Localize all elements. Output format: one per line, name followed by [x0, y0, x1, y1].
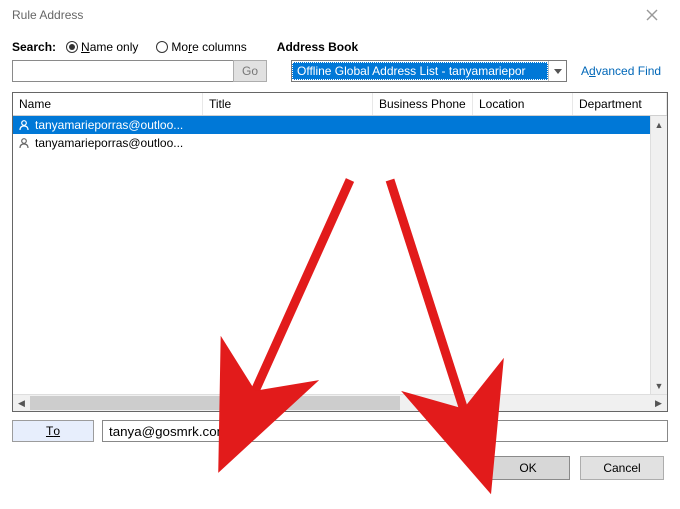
- cancel-button[interactable]: Cancel: [580, 456, 664, 480]
- col-department[interactable]: Department: [573, 93, 667, 115]
- column-headers: Name Title Business Phone Location Depar…: [13, 93, 667, 116]
- search-input[interactable]: [12, 60, 234, 82]
- titlebar: Rule Address: [0, 0, 680, 30]
- radio-dot-icon: [66, 41, 78, 53]
- radio-name-only-label: Name only: [81, 40, 138, 54]
- window-title: Rule Address: [8, 8, 632, 22]
- col-phone[interactable]: Business Phone: [373, 93, 473, 115]
- list-item-text: tanyamarieporras@outloo...: [35, 118, 183, 132]
- person-icon: [17, 136, 31, 150]
- search-input-row: Go Offline Global Address List - tanyama…: [0, 58, 680, 90]
- radio-more-columns[interactable]: More columns: [156, 40, 246, 54]
- rows-container: tanyamarieporras@outloo... tanyamariepor…: [13, 116, 667, 394]
- scroll-right-icon: ▶: [650, 395, 667, 411]
- scroll-track: [30, 395, 650, 411]
- address-book-select[interactable]: Offline Global Address List - tanyamarie…: [291, 60, 567, 82]
- advanced-find-link[interactable]: Advanced Find: [581, 64, 661, 78]
- scroll-down-icon: ▼: [651, 377, 667, 394]
- col-location[interactable]: Location: [473, 93, 573, 115]
- col-title[interactable]: Title: [203, 93, 373, 115]
- dialog-buttons: OK Cancel: [0, 442, 680, 480]
- close-icon: [646, 9, 658, 21]
- search-label: Search:: [12, 40, 56, 54]
- address-book-label: Address Book: [277, 40, 358, 54]
- close-button[interactable]: [632, 0, 672, 30]
- person-icon: [17, 118, 31, 132]
- ok-button[interactable]: OK: [486, 456, 570, 480]
- search-header-row: Search: Name only More columns Address B…: [0, 30, 680, 58]
- scroll-left-icon: ◀: [13, 395, 30, 411]
- scroll-up-icon: ▲: [651, 116, 667, 133]
- list-item[interactable]: tanyamarieporras@outloo...: [13, 116, 667, 134]
- list-item-text: tanyamarieporras@outloo...: [35, 136, 183, 150]
- scroll-thumb[interactable]: [30, 396, 400, 410]
- list-item[interactable]: tanyamarieporras@outloo...: [13, 134, 667, 152]
- results-list: Name Title Business Phone Location Depar…: [12, 92, 668, 412]
- to-button[interactable]: To: [12, 420, 94, 442]
- chevron-down-icon: [548, 61, 566, 81]
- col-name[interactable]: Name: [13, 93, 203, 115]
- vertical-scrollbar[interactable]: ▲ ▼: [650, 116, 667, 394]
- address-book-selected: Offline Global Address List - tanyamarie…: [292, 62, 548, 80]
- go-button[interactable]: Go: [233, 60, 267, 82]
- to-input[interactable]: [102, 420, 668, 442]
- radio-name-only[interactable]: Name only: [66, 40, 138, 54]
- horizontal-scrollbar[interactable]: ◀ ▶: [13, 394, 667, 411]
- to-row: To: [0, 412, 680, 442]
- radio-empty-icon: [156, 41, 168, 53]
- radio-more-columns-label: More columns: [171, 40, 246, 54]
